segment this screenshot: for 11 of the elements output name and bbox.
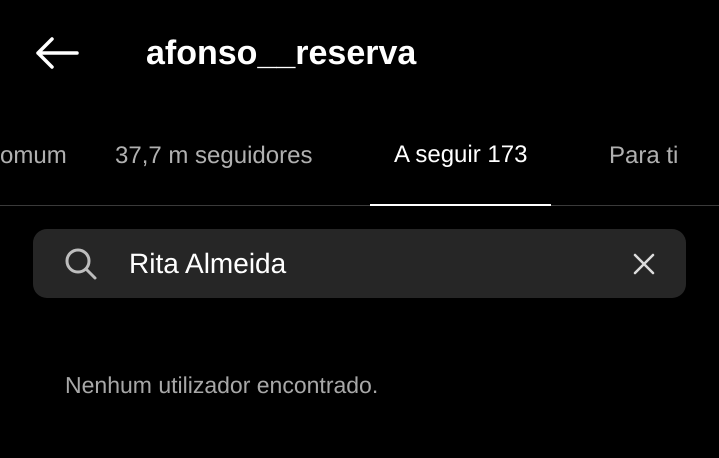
tab[interactable]: omum xyxy=(0,106,67,206)
tab[interactable]: A seguir 173 xyxy=(370,106,552,206)
profile-username: afonso__reserva xyxy=(146,32,416,74)
search-query: Rita Almeida xyxy=(129,246,286,280)
back-arrow-icon[interactable] xyxy=(35,37,79,69)
empty-message: Nenhum utilizador encontrado. xyxy=(65,371,378,400)
search-field[interactable]: Rita Almeida xyxy=(33,229,686,298)
search-icon xyxy=(64,246,98,280)
close-icon[interactable] xyxy=(633,252,655,274)
tab[interactable]: Para ti xyxy=(609,106,678,206)
tab[interactable]: 37,7 m seguidores xyxy=(115,106,312,206)
